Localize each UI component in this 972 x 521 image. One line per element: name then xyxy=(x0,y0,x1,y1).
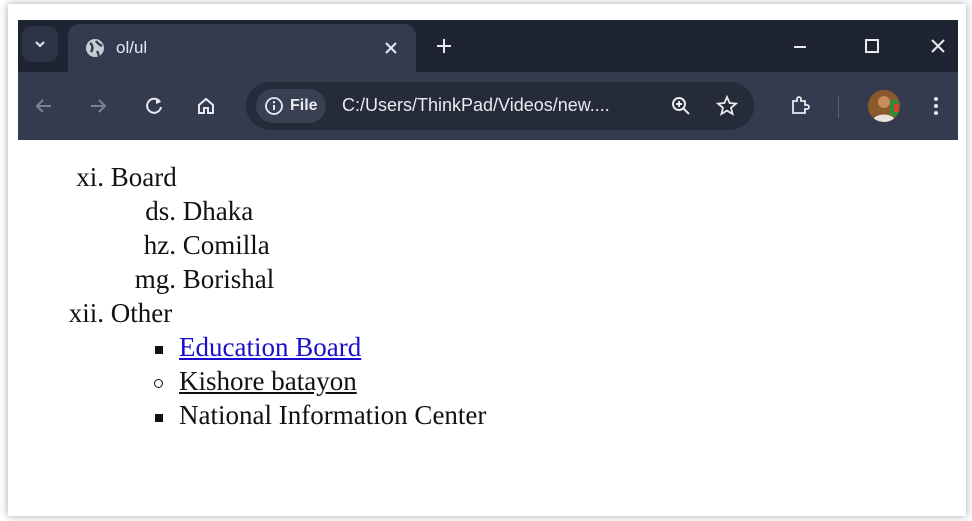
list-marker: mg. xyxy=(134,264,176,294)
toolbar-separator xyxy=(838,96,839,118)
bookmark-button[interactable] xyxy=(712,91,742,121)
close-icon xyxy=(385,42,397,54)
list-label: Comilla xyxy=(182,230,270,260)
circle-bullet xyxy=(154,379,163,388)
list-item-board: xi. Board xyxy=(48,162,177,196)
active-tab[interactable]: ol/ul xyxy=(68,24,416,72)
site-info-chip[interactable]: File xyxy=(256,89,326,123)
minimize-button[interactable] xyxy=(780,30,820,62)
window-close-button[interactable] xyxy=(918,30,958,62)
globe-icon xyxy=(86,39,104,57)
page-content: xi. Board ds. Dhaka hz. Comilla mg. Bori… xyxy=(18,140,958,512)
tab-search-icon xyxy=(35,41,45,48)
tab-title: ol/ul xyxy=(116,38,148,57)
plus-icon xyxy=(437,39,451,53)
window-close-icon xyxy=(931,39,945,53)
list-item-borishal: mg. Borishal xyxy=(118,264,275,298)
tab-search-button[interactable] xyxy=(22,26,58,62)
extensions-icon xyxy=(792,96,810,114)
address-bar[interactable]: File C:/Users/ThinkPad/Videos/new.... xyxy=(246,82,754,130)
home-icon xyxy=(198,97,214,114)
star-icon xyxy=(716,95,738,116)
list-item-other: xii. Other xyxy=(48,298,173,332)
new-tab-button[interactable] xyxy=(430,32,458,60)
list-marker: hz. xyxy=(143,230,176,260)
forward-icon xyxy=(91,99,107,113)
info-icon xyxy=(265,97,283,115)
square-bullet xyxy=(155,414,163,422)
more-icon xyxy=(934,97,938,115)
list-item-comilla: hz. Comilla xyxy=(118,230,270,264)
list-label: Borishal xyxy=(182,264,275,294)
tab-close-button[interactable] xyxy=(378,35,404,61)
extensions-button[interactable] xyxy=(784,90,816,122)
back-button[interactable] xyxy=(28,90,60,122)
square-bullet xyxy=(155,346,163,354)
avatar-icon xyxy=(868,90,900,122)
list-marker: xii. xyxy=(68,298,104,328)
list-marker: xi. xyxy=(76,162,104,192)
list-item-dhaka: ds. Dhaka xyxy=(118,196,253,230)
list-label: Dhaka xyxy=(182,196,254,226)
tab-bar: ol/ul xyxy=(18,20,958,72)
menu-button[interactable] xyxy=(920,90,952,122)
zoom-button[interactable] xyxy=(666,91,696,121)
reload-icon xyxy=(146,97,162,114)
minimize-icon xyxy=(794,46,806,48)
reload-button[interactable] xyxy=(138,90,170,122)
browser-toolbar: File C:/Users/ThinkPad/Videos/new.... xyxy=(18,72,958,140)
list-item-education-board: Education Board xyxy=(179,332,361,366)
profile-avatar[interactable] xyxy=(868,90,900,122)
list-item-national-information-center: National Information Center xyxy=(179,400,486,434)
list-label: National Information Center xyxy=(179,400,487,430)
list-label: Board xyxy=(110,162,177,192)
home-button[interactable] xyxy=(190,90,222,122)
url-text[interactable]: C:/Users/ThinkPad/Videos/new.... xyxy=(342,95,610,116)
list-item-kishore-batayon: Kishore batayon xyxy=(179,366,357,400)
kishore-batayon-link[interactable]: Kishore batayon xyxy=(179,366,357,396)
education-board-link[interactable]: Education Board xyxy=(179,332,361,362)
maximize-icon xyxy=(865,39,879,53)
forward-button[interactable] xyxy=(82,90,114,122)
list-label: Other xyxy=(110,298,173,328)
site-chip-label: File xyxy=(290,97,318,114)
zoom-icon xyxy=(672,97,690,115)
list-marker: ds. xyxy=(145,196,176,226)
back-icon xyxy=(35,99,51,113)
maximize-button[interactable] xyxy=(852,30,892,62)
